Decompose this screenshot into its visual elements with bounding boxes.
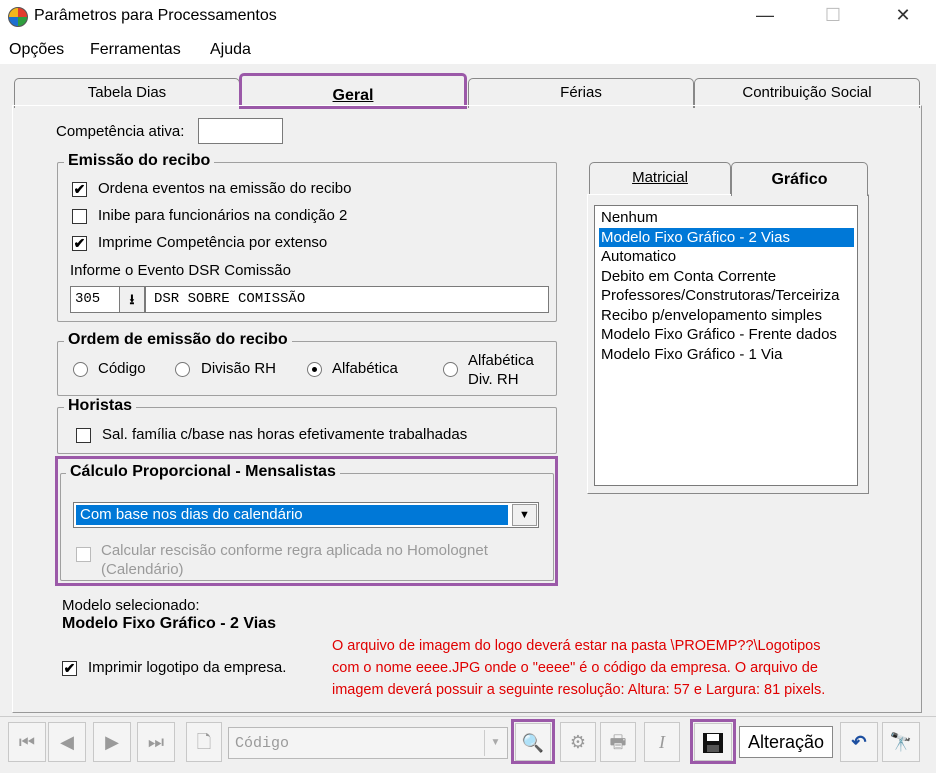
calculo-select-value: Com base nos dias do calendário — [76, 505, 508, 525]
mode-status: Alteração — [739, 726, 833, 758]
menu-ajuda[interactable]: Ajuda — [210, 41, 251, 59]
app-icon — [8, 7, 28, 27]
calculo-select[interactable]: Com base nos dias do calendário ▼ — [73, 502, 539, 528]
radio-alfabetica-div-line1: Alfabética — [468, 352, 534, 369]
italic-icon[interactable]: I — [644, 722, 680, 762]
modelo-option[interactable]: Nenhum — [599, 208, 854, 228]
modelo-listbox[interactable]: Nenhum Modelo Fixo Gráfico - 2 Vias Auto… — [594, 205, 858, 486]
menu-ferramentas[interactable]: Ferramentas — [90, 41, 181, 59]
radio-alfabetica[interactable] — [307, 362, 322, 377]
close-button[interactable]: ✕ — [880, 0, 926, 32]
dsr-lookup-icon[interactable]: ⭳ — [119, 286, 145, 313]
search-field-chevron-icon[interactable]: ▼ — [484, 730, 506, 756]
rescisao-line1: Calcular rescisão conforme regra aplicad… — [101, 542, 488, 559]
salfamilia-label: Sal. família c/base nas horas efetivamen… — [102, 426, 468, 443]
calculo-title: Cálculo Proporcional - Mensalistas — [66, 463, 340, 481]
search-field-select[interactable]: Código ▼ — [228, 727, 508, 759]
modelo-option[interactable]: Modelo Fixo Gráfico - Frente dados — [599, 325, 854, 345]
ordem-title: Ordem de emissão do recibo — [64, 331, 292, 349]
inibe-label: Inibe para funcionários na condição 2 — [98, 207, 348, 224]
rescisao-line2: (Calendário) — [101, 561, 184, 578]
modelo-option[interactable]: Debito em Conta Corrente — [599, 267, 854, 287]
last-record-icon[interactable]: ⏭ — [137, 722, 175, 762]
salfamilia-checkbox[interactable] — [76, 428, 91, 443]
ordena-label: Ordena eventos na emissão do recibo — [98, 180, 352, 197]
modelo-option[interactable]: Modelo Fixo Gráfico - 1 Via — [599, 345, 854, 365]
modelo-option[interactable]: Professores/Construtoras/Terceiriza — [599, 286, 854, 306]
inibe-checkbox[interactable] — [72, 209, 87, 224]
dsr-code-input[interactable]: 305 — [70, 286, 120, 313]
rescisao-checkbox[interactable] — [76, 547, 91, 562]
modelo-value: Modelo Fixo Gráfico - 2 Vias — [62, 615, 276, 632]
modelo-option-selected[interactable]: Modelo Fixo Gráfico - 2 Vias — [599, 227, 854, 247]
subtab-grafico[interactable]: Gráfico — [731, 162, 868, 196]
tab-geral[interactable]: Geral — [239, 73, 467, 109]
radio-divisao[interactable] — [175, 362, 190, 377]
logo-info-line3: imagem deverá possuir a seguinte resoluç… — [332, 682, 826, 698]
minimize-button[interactable]: — — [742, 0, 788, 32]
imprimir-logo-label: Imprimir logotipo da empresa. — [88, 659, 287, 676]
radio-alfabetica-div[interactable] — [443, 362, 458, 377]
ordena-checkbox[interactable]: ✔ — [72, 182, 87, 197]
search-button-icon[interactable]: 🔍 — [515, 723, 551, 761]
emissao-title: Emissão do recibo — [64, 152, 215, 170]
maximize-button[interactable]: ☐ — [810, 0, 856, 32]
window-title: Parâmetros para Processamentos — [34, 7, 277, 24]
next-record-icon[interactable]: ▶ — [93, 722, 131, 762]
dsr-desc-field: DSR SOBRE COMISSÃO — [145, 286, 549, 313]
imprime-checkbox[interactable]: ✔ — [72, 236, 87, 251]
radio-codigo[interactable] — [73, 362, 88, 377]
first-record-icon[interactable]: ⏮ — [8, 722, 46, 762]
radio-divisao-label: Divisão RH — [201, 360, 277, 377]
floppy-disk-icon — [703, 733, 723, 753]
radio-alfabetica-div-line2: Div. RH — [468, 371, 519, 388]
modelo-option[interactable]: Recibo p/envelopamento simples — [599, 306, 854, 326]
imprimir-logo-checkbox[interactable]: ✔ — [62, 661, 77, 676]
horistas-title: Horistas — [64, 397, 137, 415]
tab-ferias[interactable]: Férias — [468, 78, 694, 108]
logo-info-line2: com o nome eeee.JPG onde o "eeee" é o có… — [332, 660, 818, 676]
print-icon[interactable]: 🖶 — [600, 722, 636, 762]
undo-icon[interactable]: ↶ — [840, 722, 878, 762]
tab-tabela-dias[interactable]: Tabela Dias — [14, 78, 240, 108]
settings-icon[interactable]: ⚙ — [560, 722, 596, 762]
title-bar: Parâmetros para Processamentos — ☐ ✕ — [0, 0, 936, 34]
radio-alfabetica-div-label: Alfabética Div. RH — [468, 351, 534, 389]
new-document-icon[interactable]: 🗋 — [186, 722, 222, 762]
chevron-down-icon[interactable]: ▼ — [512, 504, 537, 526]
radio-codigo-label: Código — [98, 360, 146, 377]
modelo-option[interactable]: Automatico — [599, 247, 854, 267]
logo-info-line1: O arquivo de imagem do logo deverá estar… — [332, 638, 821, 654]
binoculars-icon[interactable]: 🔭 — [882, 722, 920, 762]
save-icon[interactable] — [694, 723, 732, 761]
subtab-matricial[interactable]: Matricial — [589, 162, 731, 194]
imprime-label: Imprime Competência por extenso — [98, 234, 328, 251]
modelo-label: Modelo selecionado: — [62, 597, 200, 614]
competencia-label: Competência ativa: — [56, 123, 185, 140]
logo-info-text: O arquivo de imagem do logo deverá estar… — [332, 635, 892, 701]
search-field-value: Código — [235, 735, 290, 752]
rescisao-label: Calcular rescisão conforme regra aplicad… — [101, 541, 488, 579]
competencia-input[interactable] — [198, 118, 283, 144]
previous-record-icon[interactable]: ◀ — [48, 722, 86, 762]
radio-alfabetica-label: Alfabética — [332, 360, 398, 377]
menu-opcoes[interactable]: Opções — [9, 41, 64, 59]
tab-contribuicao-social[interactable]: Contribuição Social — [694, 78, 920, 108]
dsr-label: Informe o Evento DSR Comissão — [70, 262, 291, 279]
